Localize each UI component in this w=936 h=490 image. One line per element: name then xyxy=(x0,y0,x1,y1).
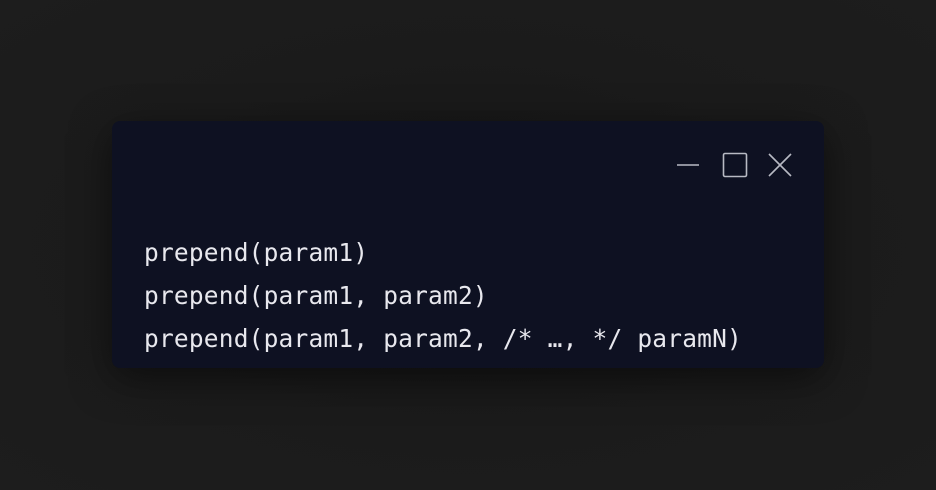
code-line: prepend(param1, param2) xyxy=(144,281,488,310)
code-line: prepend(param1, param2, /* …, */ paramN) xyxy=(144,324,743,353)
close-icon[interactable] xyxy=(767,152,793,178)
window-controls xyxy=(0,152,936,178)
maximize-icon[interactable] xyxy=(722,152,748,178)
code-line: prepend(param1) xyxy=(144,238,369,267)
page-background: prepend(param1) prepend(param1, param2) pr… xyxy=(0,0,936,490)
code-block: prepend(param1) prepend(param1, param2) pr… xyxy=(144,231,742,360)
minimize-icon[interactable] xyxy=(676,152,702,178)
